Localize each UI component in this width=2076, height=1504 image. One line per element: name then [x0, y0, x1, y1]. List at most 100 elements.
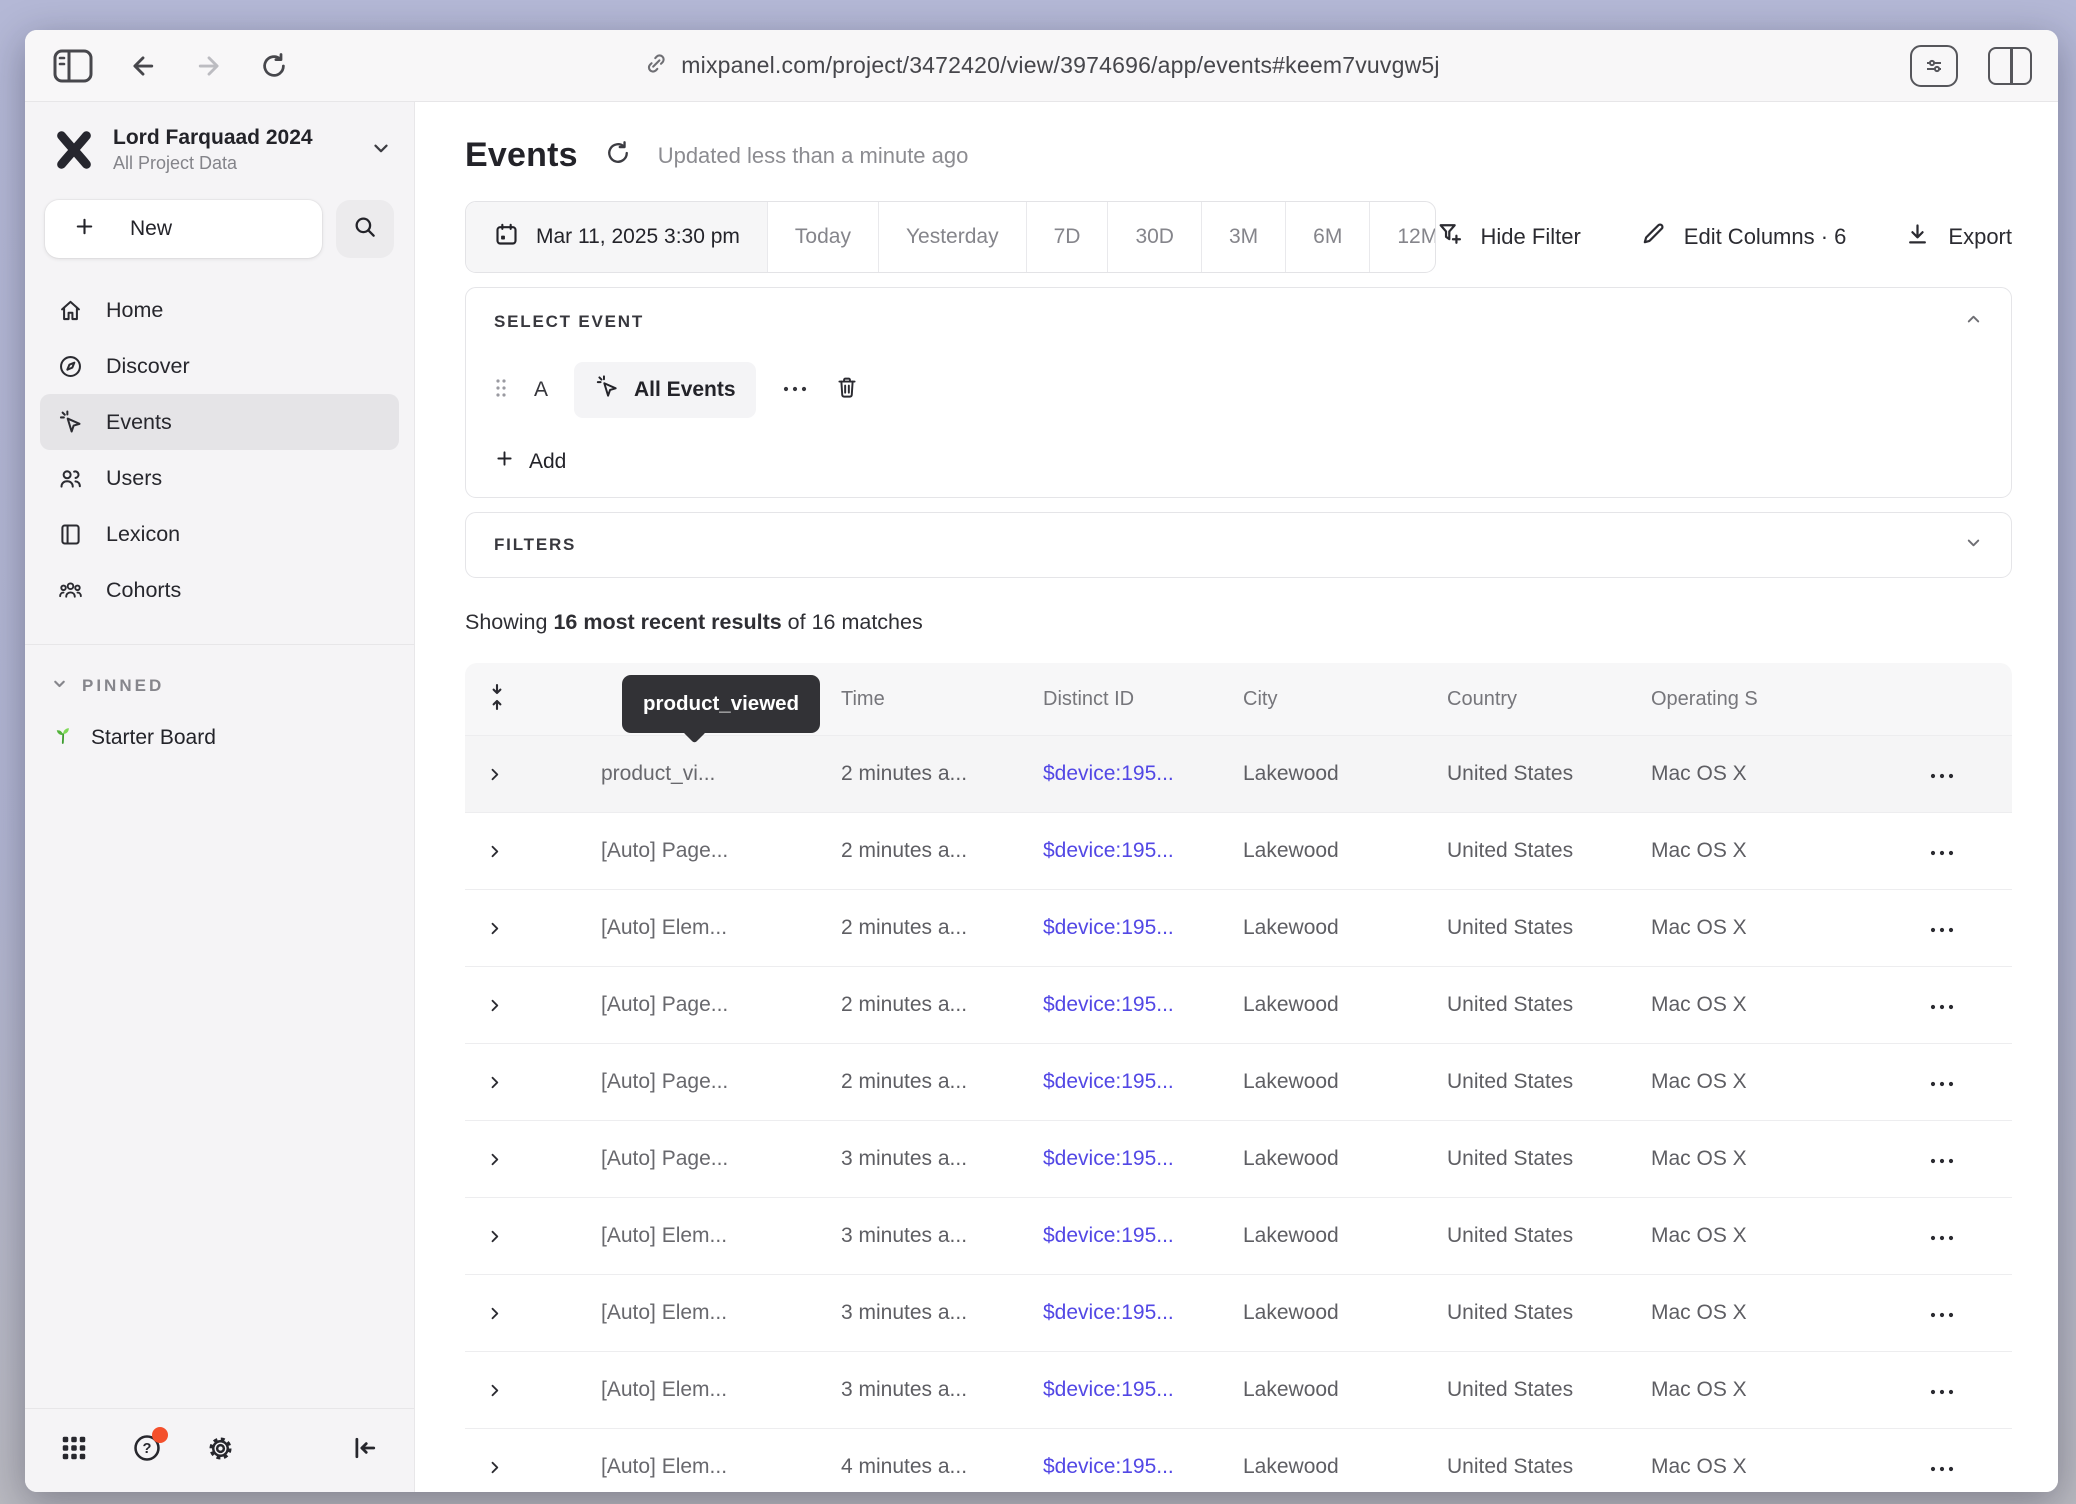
distinct-id-link[interactable]: $device:195...	[1043, 1147, 1243, 1171]
sidebar-item-label: Home	[106, 298, 163, 323]
distinct-id-link[interactable]: $device:195...	[1043, 1378, 1243, 1402]
edit-columns-button[interactable]: Edit Columns · 6	[1639, 220, 1847, 254]
col-country[interactable]: Country	[1447, 688, 1651, 711]
reload-icon[interactable]	[259, 51, 289, 81]
table-row[interactable]: [Auto] Elem...2 minutes a...$device:195.…	[465, 889, 2012, 966]
row-actions-icon[interactable]	[1871, 838, 2012, 864]
city-cell: Lakewood	[1243, 1455, 1447, 1479]
browser-settings-icon[interactable]	[1910, 45, 1958, 87]
settings-gear-icon[interactable]	[205, 1433, 236, 1469]
search-button[interactable]	[336, 200, 394, 258]
row-actions-icon[interactable]	[1871, 915, 2012, 941]
row-actions-icon[interactable]	[1871, 1069, 2012, 1095]
expand-row-icon[interactable]	[465, 1458, 527, 1477]
row-actions-icon[interactable]	[1871, 1146, 2012, 1172]
forward-icon[interactable]	[193, 51, 225, 81]
row-actions-icon[interactable]	[1871, 1300, 2012, 1326]
sidebar-item-users[interactable]: Users	[40, 450, 399, 506]
collapse-sidebar-icon[interactable]	[350, 1433, 380, 1468]
refresh-icon[interactable]	[604, 139, 632, 172]
os-cell: Mac OS X	[1651, 916, 1871, 940]
col-city[interactable]: City	[1243, 688, 1447, 711]
os-cell: Mac OS X	[1651, 1301, 1871, 1325]
expand-row-icon[interactable]	[465, 1227, 527, 1246]
os-cell: Mac OS X	[1651, 1455, 1871, 1479]
hide-filter-button[interactable]: Hide Filter	[1436, 220, 1581, 254]
back-icon[interactable]	[127, 51, 159, 81]
pinned-section-header[interactable]: PINNED	[51, 675, 414, 697]
apps-grid-icon[interactable]	[59, 1433, 89, 1468]
trash-icon[interactable]	[834, 374, 860, 406]
expand-row-icon[interactable]	[465, 1073, 527, 1092]
drag-handle-icon[interactable]	[494, 377, 508, 404]
sidebar-item-discover[interactable]: Discover	[40, 338, 399, 394]
row-actions-icon[interactable]	[1871, 1377, 2012, 1403]
chevron-down-icon[interactable]	[1964, 533, 1983, 557]
mixpanel-logo-icon	[51, 127, 97, 173]
table-row[interactable]: [Auto] Page...2 minutes a...$device:195.…	[465, 812, 2012, 889]
pinned-item-starter-board[interactable]: Starter Board	[51, 723, 414, 753]
select-event-title: SELECT EVENT	[494, 312, 644, 332]
range-7d[interactable]: 7D	[1027, 202, 1109, 272]
distinct-id-link[interactable]: $device:195...	[1043, 1455, 1243, 1479]
table-row[interactable]: [Auto] Elem...3 minutes a...$device:195.…	[465, 1197, 2012, 1274]
expand-row-icon[interactable]	[465, 919, 527, 938]
sidebar-item-events[interactable]: Events	[40, 394, 399, 450]
expand-row-icon[interactable]	[465, 842, 527, 861]
split-view-icon[interactable]	[1988, 47, 2032, 85]
table-row[interactable]: [Auto] Elem...3 minutes a...$device:195.…	[465, 1274, 2012, 1351]
add-event-button[interactable]: Add	[494, 448, 566, 475]
event-selector-chip[interactable]: All Events	[574, 362, 756, 418]
expand-row-icon[interactable]	[465, 1304, 527, 1323]
col-time[interactable]: Time	[841, 688, 1043, 711]
row-actions-icon[interactable]	[1871, 1223, 2012, 1249]
export-button[interactable]: Export	[1904, 221, 2012, 254]
distinct-id-link[interactable]: $device:195...	[1043, 1224, 1243, 1248]
range-6m[interactable]: 6M	[1286, 202, 1370, 272]
table-row[interactable]: [Auto] Page...2 minutes a...$device:195.…	[465, 966, 2012, 1043]
distinct-id-link[interactable]: $device:195...	[1043, 762, 1243, 786]
sidebar-toggle-icon[interactable]	[53, 49, 93, 83]
row-actions-icon[interactable]	[1871, 761, 2012, 787]
range-30d[interactable]: 30D	[1108, 202, 1202, 272]
chevron-up-icon[interactable]	[1964, 310, 1983, 334]
table-row[interactable]: [Auto] Elem...3 minutes a...$device:195.…	[465, 1351, 2012, 1428]
range-yesterday[interactable]: Yesterday	[879, 202, 1027, 272]
col-distinct-id[interactable]: Distinct ID	[1043, 688, 1243, 711]
main-content: Events Updated less than a minute ago Ma…	[415, 102, 2058, 1492]
time-cell: 2 minutes a...	[841, 993, 1043, 1017]
address-bar[interactable]: mixpanel.com/project/3472420/view/397469…	[643, 51, 1439, 81]
distinct-id-link[interactable]: $device:195...	[1043, 1070, 1243, 1094]
row-actions-icon[interactable]	[1871, 1454, 2012, 1480]
new-button[interactable]: New	[45, 200, 322, 258]
project-switcher[interactable]: Lord Farquaad 2024 All Project Data	[51, 126, 392, 174]
distinct-id-link[interactable]: $device:195...	[1043, 916, 1243, 940]
distinct-id-link[interactable]: $device:195...	[1043, 993, 1243, 1017]
expand-row-icon[interactable]	[465, 996, 527, 1015]
expand-row-icon[interactable]	[465, 1150, 527, 1169]
sidebar-item-home[interactable]: Home	[40, 282, 399, 338]
table-row[interactable]: [Auto] Page...2 minutes a...$device:195.…	[465, 1043, 2012, 1120]
city-cell: Lakewood	[1243, 916, 1447, 940]
distinct-id-link[interactable]: $device:195...	[1043, 839, 1243, 863]
expand-row-icon[interactable]	[465, 765, 527, 784]
range-12m[interactable]: 12M	[1370, 202, 1435, 272]
range-3m[interactable]: 3M	[1202, 202, 1286, 272]
collapse-all-rows-icon[interactable]	[465, 682, 527, 717]
distinct-id-link[interactable]: $device:195...	[1043, 1301, 1243, 1325]
filters-panel: FILTERS	[465, 512, 2012, 578]
range-today[interactable]: Today	[768, 202, 879, 272]
city-cell: Lakewood	[1243, 1378, 1447, 1402]
table-row[interactable]: [Auto] Page...3 minutes a...$device:195.…	[465, 1120, 2012, 1197]
help-icon[interactable]: ?	[131, 1432, 163, 1469]
expand-row-icon[interactable]	[465, 1381, 527, 1400]
table-row[interactable]: [Auto] Elem...4 minutes a...$device:195.…	[465, 1428, 2012, 1492]
col-os[interactable]: Operating S	[1651, 688, 1871, 711]
date-range-control: Mar 11, 2025 3:30 pm TodayYesterday7D30D…	[465, 201, 1436, 273]
sidebar-item-cohorts[interactable]: Cohorts	[40, 562, 399, 618]
sidebar-item-lexicon[interactable]: Lexicon	[40, 506, 399, 562]
row-actions-icon[interactable]	[1871, 992, 2012, 1018]
more-options-icon[interactable]	[782, 381, 808, 399]
table-row[interactable]: product_vi...2 minutes a...$device:195..…	[465, 735, 2012, 812]
date-picker[interactable]: Mar 11, 2025 3:30 pm	[466, 202, 768, 272]
